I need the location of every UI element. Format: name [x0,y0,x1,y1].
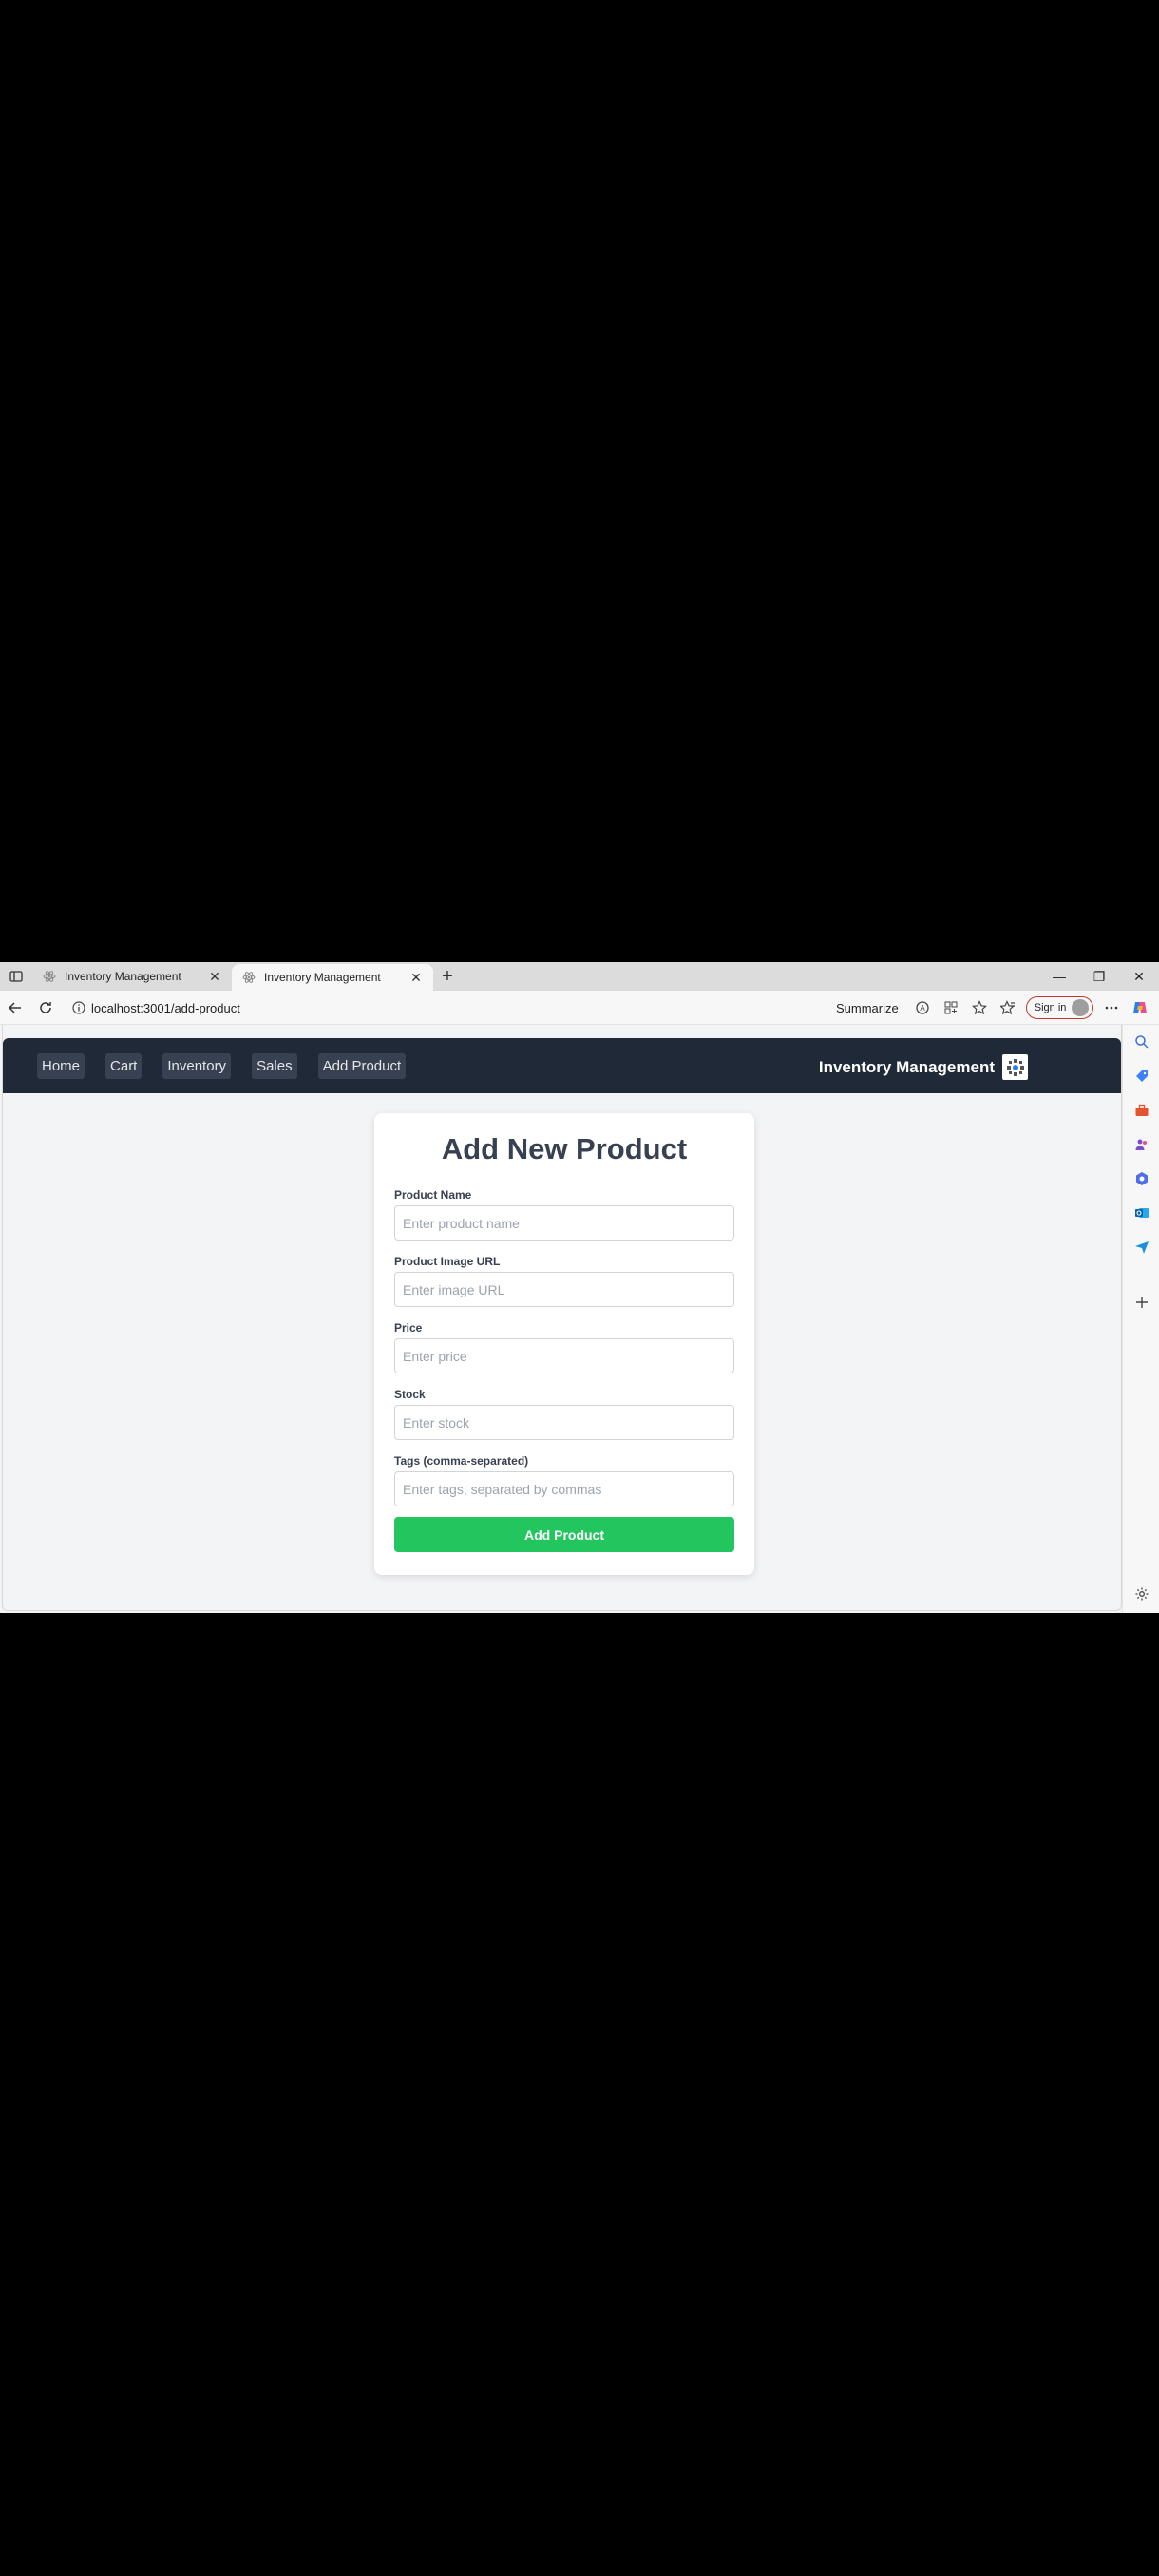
tags-label: Tags (comma-separated) [394,1454,529,1468]
svg-text:O: O [1136,1211,1142,1218]
profile-avatar-icon [1072,999,1090,1016]
tab-inventory-2[interactable]: Inventory Management ✕ [232,964,433,991]
nav-link-sales[interactable]: Sales [252,1053,297,1079]
sign-in-button[interactable]: Sign in [1025,996,1094,1019]
close-tab-icon[interactable]: ✕ [408,970,424,985]
copilot-icon[interactable] [1126,991,1154,1025]
favorites-icon[interactable] [994,991,1022,1025]
favorite-star-icon[interactable] [965,991,994,1025]
settings-icon[interactable] [1132,1584,1151,1603]
nav-link-home[interactable]: Home [37,1053,86,1079]
brand-title: Inventory Management [818,1057,995,1076]
restore-button[interactable]: ❐ [1079,962,1119,991]
toolbox-icon[interactable] [1132,1101,1151,1120]
product-name-input[interactable] [394,1205,734,1241]
tag-icon[interactable] [1132,1067,1151,1086]
page-viewport: Home Cart Inventory Sales Add Product In… [2,1025,1122,1611]
edge-sidebar: O [1122,1025,1159,1613]
add-product-button[interactable]: Add Product [394,1517,734,1552]
tab-actions-icon [10,971,23,982]
close-window-button[interactable]: ✕ [1119,962,1159,991]
tab-title: Inventory Management [65,970,181,983]
back-button[interactable] [0,993,30,1023]
more-menu-icon[interactable] [1097,991,1126,1025]
react-favicon-icon [42,969,57,984]
close-icon: ✕ [1133,968,1145,984]
product-image-url-label: Product Image URL [394,1255,501,1268]
tab-title: Inventory Management [264,971,381,984]
toolbar-actions: Summarize A Sign in [836,991,1154,1025]
outlook-icon[interactable]: O [1132,1203,1151,1222]
tab-inventory-1[interactable]: Inventory Management ✕ [32,962,232,991]
product-image-url-input[interactable] [394,1272,734,1307]
svg-text:A: A [920,1004,925,1013]
brand-logo-icon [1002,1054,1028,1080]
plus-icon: + [442,965,453,987]
restore-icon: ❐ [1092,968,1106,984]
send-icon[interactable] [1132,1238,1151,1257]
people-icon[interactable] [1132,1135,1151,1154]
close-tab-icon[interactable]: ✕ [207,969,222,984]
nav-link-inventory[interactable]: Inventory [162,1053,232,1079]
browser-toolbar: localhost:3001/add-product Summarize A S… [0,991,1159,1025]
stock-label: Stock [394,1388,426,1401]
add-icon[interactable] [1132,1293,1151,1312]
app-available-icon[interactable] [937,991,965,1025]
new-tab-button[interactable]: + [433,962,462,991]
back-arrow-icon [8,1001,21,1013]
minimize-button[interactable]: — [1039,962,1079,991]
price-input[interactable] [394,1338,734,1373]
nav-links: Home Cart Inventory Sales Add Product [37,1053,427,1079]
app-navbar: Home Cart Inventory Sales Add Product In… [3,1038,1121,1093]
info-icon[interactable] [66,1001,91,1014]
add-product-card: Add New Product Product Name Product Ima… [374,1113,754,1575]
summarize-button[interactable]: Summarize [836,1001,899,1015]
reload-icon [40,1001,51,1013]
window-controls: — ❐ ✕ [1039,962,1159,991]
page-title: Add New Product [441,1132,688,1165]
minimize-icon: — [1053,969,1066,984]
browser-window: Inventory Management ✕ Inventory Managem… [0,962,1159,1613]
read-aloud-icon[interactable]: A [908,991,937,1025]
brand: Inventory Management [819,1054,1028,1080]
tags-input[interactable] [394,1471,734,1506]
product-name-label: Product Name [394,1188,472,1202]
search-icon[interactable] [1132,1032,1151,1051]
tab-strip: Inventory Management ✕ Inventory Managem… [0,962,1159,991]
tab-actions-button[interactable] [0,962,32,991]
copilot-sidebar-icon[interactable] [1132,1169,1151,1188]
stock-input[interactable] [394,1405,734,1440]
reload-button[interactable] [30,993,61,1023]
nav-link-add-product[interactable]: Add Product [317,1053,407,1079]
react-favicon-icon [241,970,256,985]
url-text: localhost:3001/add-product [91,1000,240,1015]
nav-link-cart[interactable]: Cart [105,1053,142,1079]
sign-in-label: Sign in [1034,1002,1067,1013]
price-label: Price [394,1321,423,1335]
